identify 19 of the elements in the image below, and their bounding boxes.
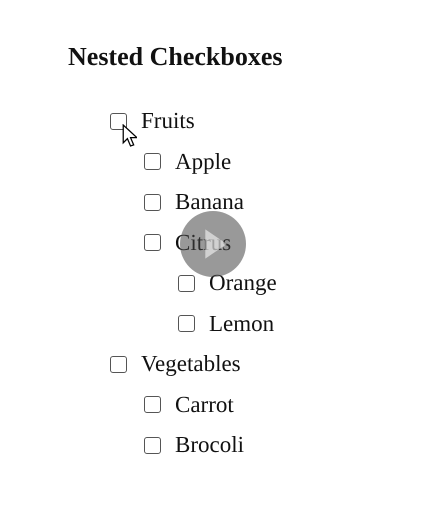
checkbox-label: Lemon bbox=[209, 310, 274, 338]
checkbox-label: Vegetables bbox=[141, 350, 241, 378]
checkbox[interactable] bbox=[144, 396, 161, 414]
checkbox-label: Brocoli bbox=[175, 431, 244, 460]
checkbox[interactable] bbox=[144, 436, 161, 454]
checkbox[interactable] bbox=[144, 234, 161, 252]
checkbox[interactable] bbox=[178, 274, 195, 292]
checkbox-label: Fruits bbox=[141, 107, 195, 136]
checkbox-label: Orange bbox=[209, 269, 277, 298]
checkbox-label: Apple bbox=[175, 148, 232, 176]
cursor-icon bbox=[122, 124, 137, 147]
page-title: Nested Checkboxes bbox=[67, 41, 284, 73]
checkbox[interactable] bbox=[110, 112, 127, 130]
checkbox[interactable] bbox=[178, 315, 195, 332]
checkbox[interactable] bbox=[144, 153, 161, 170]
checkbox[interactable] bbox=[144, 194, 161, 211]
checkbox[interactable] bbox=[110, 356, 127, 373]
checkbox-label: Banana bbox=[175, 188, 244, 216]
checkbox-label: Carrot bbox=[175, 390, 234, 419]
